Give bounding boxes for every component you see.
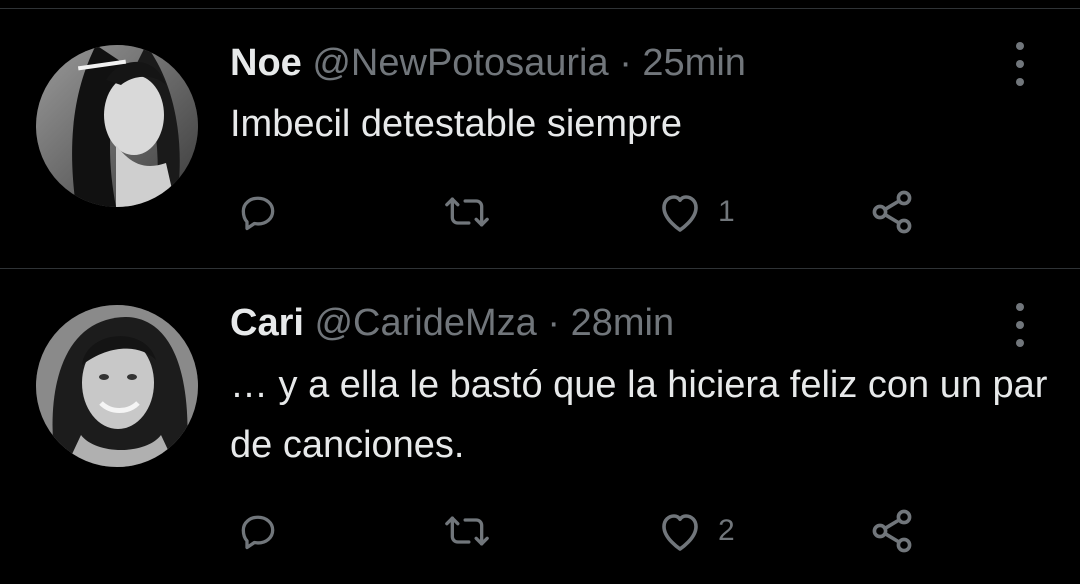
tweet-header: Cari @CarideMza · 28min [230, 300, 674, 346]
share-button[interactable] [868, 507, 916, 555]
retweet-button[interactable] [441, 190, 507, 234]
like-icon [662, 514, 698, 551]
share-button[interactable] [868, 188, 916, 236]
user-handle[interactable]: @NewPotosauria [312, 42, 608, 84]
timestamp[interactable]: 25min [642, 42, 746, 84]
timestamp[interactable]: 28min [571, 302, 675, 344]
avatar-noe[interactable] [36, 45, 198, 207]
like-button[interactable]: 1 [656, 190, 735, 234]
tweet-text: Imbecil detestable siempre [230, 103, 682, 145]
share-icon [872, 509, 912, 553]
like-count: 1 [718, 195, 735, 228]
more-options-icon[interactable] [1004, 303, 1036, 347]
separator-dot: · [547, 302, 561, 344]
retweet-icon [445, 197, 489, 227]
like-button[interactable]: 2 [656, 509, 735, 553]
display-name[interactable]: Cari [230, 302, 304, 344]
like-icon [662, 195, 698, 232]
tweet-2[interactable]: Cari @CarideMza · 28min … y a ella le ba… [0, 269, 1080, 584]
separator-dot: · [619, 42, 632, 84]
tweet-header: Noe @NewPotosauria · 25min [230, 40, 746, 86]
reply-button[interactable] [236, 509, 294, 553]
reply-icon [241, 515, 275, 550]
tweet-1[interactable]: Noe @NewPotosauria · 25min Imbecil detes… [0, 0, 1080, 268]
avatar-cari[interactable] [36, 305, 198, 467]
retweet-button[interactable] [441, 509, 507, 553]
retweet-icon [445, 516, 489, 546]
display-name[interactable]: Noe [230, 42, 302, 84]
more-options-icon[interactable] [1004, 42, 1036, 86]
user-handle[interactable]: @CarideMza [314, 302, 536, 344]
share-icon [872, 190, 912, 234]
like-count: 2 [718, 514, 735, 547]
tweet-text: … y a ella le bastó que la hiciera feliz… [230, 364, 1048, 466]
reply-icon [241, 196, 275, 231]
reply-button[interactable] [236, 190, 294, 234]
